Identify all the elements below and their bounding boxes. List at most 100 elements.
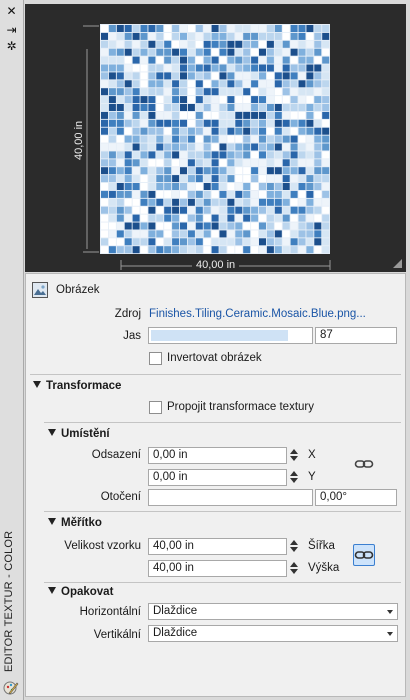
offset-x-input[interactable]: 0,00 in — [148, 447, 287, 464]
width-input[interactable]: 40,00 in — [148, 538, 287, 555]
mosaic-tile — [116, 40, 124, 48]
placement-section-header[interactable]: Umístění — [48, 428, 110, 440]
mosaic-tile — [211, 88, 219, 96]
mosaic-tile — [180, 104, 187, 111]
mosaic-tile — [306, 238, 314, 246]
brightness-slider[interactable] — [148, 327, 313, 344]
mosaic-tile — [172, 56, 180, 64]
mosaic-tile — [243, 183, 251, 190]
mosaic-tile — [314, 198, 322, 206]
mosaic-tile — [266, 32, 274, 40]
mosaic-tile — [195, 56, 203, 64]
mosaic-tile — [140, 230, 148, 238]
mosaic-tile — [132, 175, 140, 183]
mosaic-tile — [219, 246, 227, 254]
mosaic-tile — [227, 198, 235, 206]
mosaic-tile — [116, 48, 124, 56]
mosaic-tile — [124, 64, 132, 72]
texture-preview[interactable]: 40,00 in 40,00 in — [25, 4, 406, 272]
mosaic-tile — [227, 159, 235, 167]
brightness-value-input[interactable]: 87 — [315, 327, 397, 344]
repeat-section-header[interactable]: Opakovat — [48, 586, 113, 598]
transform-section-header[interactable]: Transformace — [33, 380, 121, 392]
mosaic-tile — [140, 56, 148, 64]
mosaic-tile — [282, 40, 290, 48]
offset-y-spinner[interactable] — [287, 469, 301, 486]
mosaic-tile — [266, 56, 274, 64]
pin-icon[interactable]: ⇥ — [4, 24, 19, 37]
rotation-slider[interactable] — [148, 489, 313, 506]
mosaic-tile — [235, 135, 243, 143]
mosaic-tile — [227, 151, 235, 159]
mosaic-tile — [243, 159, 251, 167]
mosaic-tile — [124, 198, 132, 206]
mosaic-tile — [266, 25, 274, 32]
mosaic-tile — [132, 32, 140, 40]
mosaic-tile — [124, 151, 132, 159]
offset-y-input[interactable]: 0,00 in — [148, 469, 287, 486]
mosaic-tile — [156, 135, 164, 143]
mosaic-tile — [211, 96, 219, 104]
mosaic-tile — [124, 206, 132, 214]
mosaic-tile — [219, 183, 227, 190]
mosaic-tile — [132, 104, 140, 111]
material-editor-icon[interactable] — [3, 679, 19, 695]
mosaic-tile — [274, 198, 282, 206]
mosaic-tile — [306, 246, 314, 254]
mosaic-tile — [274, 119, 282, 127]
link-scale-toggle[interactable] — [353, 544, 375, 566]
mosaic-tile — [156, 25, 164, 32]
mosaic-tile — [298, 159, 306, 167]
x-axis-label: X — [308, 449, 316, 461]
offset-x-spinner[interactable] — [287, 447, 301, 464]
mosaic-tile — [195, 198, 203, 206]
mosaic-tile — [290, 40, 298, 48]
mosaic-tile — [282, 48, 290, 56]
mosaic-tile — [211, 230, 219, 238]
horizontal-repeat-dropdown[interactable]: Dlaždice — [148, 603, 398, 620]
mosaic-tile — [322, 104, 330, 111]
invert-image-checkbox[interactable] — [149, 352, 162, 365]
mosaic-tile — [101, 135, 108, 143]
width-spinner[interactable] — [287, 538, 301, 555]
settings-icon[interactable]: ✲ — [4, 40, 19, 53]
mosaic-tile — [211, 214, 219, 222]
mosaic-tile — [180, 135, 187, 143]
mosaic-tile — [274, 48, 282, 56]
mosaic-tile — [219, 206, 227, 214]
vertical-repeat-value: Dlaždice — [153, 627, 198, 639]
height-input[interactable]: 40,00 in — [148, 560, 287, 577]
mosaic-tile — [298, 198, 306, 206]
mosaic-tile — [227, 246, 235, 254]
mosaic-tile — [243, 175, 251, 183]
mosaic-tile — [306, 96, 314, 104]
chevron-down-icon — [387, 610, 393, 614]
mosaic-tile — [101, 143, 108, 151]
link-texture-transforms-checkbox[interactable] — [149, 401, 162, 414]
mosaic-tile — [195, 111, 203, 119]
vertical-repeat-dropdown[interactable]: Dlaždice — [148, 625, 398, 642]
mosaic-tile — [219, 40, 227, 48]
mosaic-tile — [156, 190, 164, 198]
close-icon[interactable]: ✕ — [4, 5, 19, 18]
mosaic-tile — [306, 214, 314, 222]
height-spinner[interactable] — [287, 560, 301, 577]
mosaic-tile — [227, 183, 235, 190]
mosaic-tile — [180, 88, 187, 96]
resize-grip-icon[interactable] — [393, 259, 402, 268]
rotation-value-input[interactable]: 0,00° — [315, 489, 397, 506]
link-offset-chain-icon[interactable] — [354, 456, 374, 472]
mosaic-tile — [164, 167, 172, 175]
mosaic-tile — [314, 104, 322, 111]
scale-section-header[interactable]: Měřítko — [48, 517, 102, 529]
mosaic-tile — [251, 175, 259, 183]
source-file-link[interactable]: Finishes.Tiling.Ceramic.Mosaic.Blue.png.… — [149, 308, 366, 320]
mosaic-tile — [282, 190, 290, 198]
mosaic-tile — [243, 127, 251, 135]
mosaic-tile — [124, 246, 132, 254]
mosaic-tile — [282, 64, 290, 72]
mosaic-tile — [227, 72, 235, 80]
mosaic-tile — [101, 151, 108, 159]
mosaic-tile — [195, 222, 203, 230]
mosaic-tile — [203, 222, 211, 230]
